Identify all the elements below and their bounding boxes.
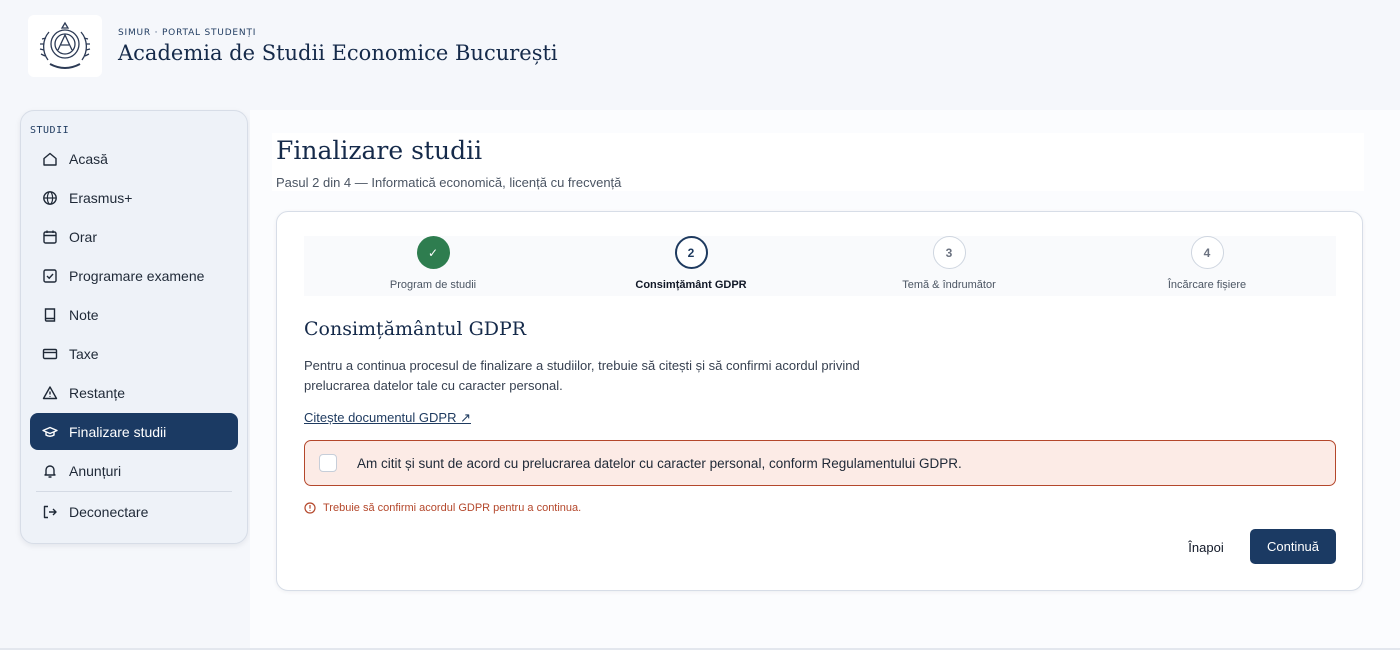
sidebar-nav: STUDII Acasă Erasmus+ Orar Programare ex… bbox=[20, 110, 248, 544]
step-label: Temă & îndrumător bbox=[902, 279, 996, 291]
sidebar-item-label: Anunțuri bbox=[69, 462, 122, 479]
globe-icon bbox=[43, 190, 57, 205]
sidebar-item-note[interactable]: Note bbox=[30, 296, 238, 333]
sidebar-item-label: Programare examene bbox=[69, 267, 205, 284]
step-incarcare-fisiere[interactable]: 4 Încărcare fișiere bbox=[1107, 236, 1307, 291]
app-header: SIMUR · PORTAL STUDENȚI Academia de Stud… bbox=[0, 0, 1400, 92]
gdpr-card: ✓ Program de studii 2 Consimțământ GDPR … bbox=[276, 211, 1363, 591]
sidebar-item-restante[interactable]: Restanțe bbox=[30, 374, 238, 411]
sidebar-item-label: Note bbox=[69, 306, 99, 323]
warning-icon bbox=[42, 385, 58, 399]
sidebar-item-label: Deconectare bbox=[69, 503, 149, 520]
sidebar-item-orar[interactable]: Orar bbox=[30, 218, 238, 255]
ase-logo bbox=[28, 15, 102, 77]
sidebar-item-label: Taxe bbox=[69, 345, 99, 362]
step-label: Încărcare fișiere bbox=[1167, 279, 1247, 291]
graduation-cap-icon bbox=[42, 426, 58, 437]
step-label: Consimțământ GDPR bbox=[635, 279, 747, 291]
calendar-check-icon bbox=[43, 268, 57, 283]
error-text: Trebuie să confirmi acordul GDPR pentru … bbox=[323, 502, 582, 514]
university-seal-icon bbox=[39, 21, 91, 69]
institution-name: Academia de Studii Economice București bbox=[118, 40, 558, 65]
logout-icon bbox=[43, 505, 57, 518]
sidebar-divider bbox=[36, 491, 232, 492]
step-check-icon: ✓ bbox=[416, 236, 450, 269]
gdpr-consent-checkbox[interactable] bbox=[319, 454, 337, 472]
brand-block: SIMUR · PORTAL STUDENȚI Academia de Stud… bbox=[118, 28, 558, 65]
sidebar-item-label: Finalizare studii bbox=[69, 423, 167, 440]
sidebar-section-label: STUDII bbox=[30, 125, 70, 136]
sidebar-item-programare-examene[interactable]: Programare examene bbox=[30, 257, 238, 294]
gdpr-card-content: ✓ Program de studii 2 Consimțământ GDPR … bbox=[304, 236, 1336, 564]
step-tema-indrumator[interactable]: 3 Temă & îndrumător bbox=[849, 236, 1049, 291]
validation-error: Trebuie să confirmi acordul GDPR pentru … bbox=[304, 502, 581, 514]
sidebar-item-label: Erasmus+ bbox=[69, 189, 133, 206]
page-header: Finalizare studii Pasul 2 din 4 — Inform… bbox=[272, 133, 1364, 191]
calendar-icon bbox=[43, 230, 57, 244]
sidebar-item-label: Acasă bbox=[69, 150, 108, 167]
back-button[interactable]: Înapoi bbox=[1176, 530, 1236, 564]
page-title: Finalizare studii bbox=[276, 136, 483, 165]
step-consimtamant-gdpr[interactable]: 2 Consimțământ GDPR bbox=[591, 236, 791, 291]
sidebar-item-acasa[interactable]: Acasă bbox=[30, 140, 238, 177]
step-program-de-studii[interactable]: ✓ Program de studii bbox=[333, 236, 533, 291]
sidebar-item-finalizare-studii[interactable]: Finalizare studii bbox=[30, 413, 238, 450]
bell-icon bbox=[44, 464, 56, 478]
consent-label[interactable]: Am citit și sunt de acord cu prelucrarea… bbox=[357, 456, 962, 471]
portal-eyebrow: SIMUR · PORTAL STUDENȚI bbox=[118, 27, 257, 38]
step-label: Program de studii bbox=[389, 279, 477, 291]
sidebar-item-erasmus[interactable]: Erasmus+ bbox=[30, 179, 238, 216]
gdpr-document-link[interactable]: Citește documentul GDPR ↗ bbox=[304, 410, 471, 426]
step-number: 3 bbox=[932, 236, 966, 269]
step-number: 2 bbox=[674, 236, 708, 269]
page-subtitle: Pasul 2 din 4 — Informatică economică, l… bbox=[276, 175, 622, 190]
sidebar-item-anunturi[interactable]: Anunțuri bbox=[30, 452, 238, 489]
sidebar-item-taxe[interactable]: Taxe bbox=[30, 335, 238, 372]
consent-box[interactable]: Am citit și sunt de acord cu prelucrarea… bbox=[304, 440, 1336, 486]
step-number: 4 bbox=[1190, 236, 1224, 269]
sidebar-item-label: Restanțe bbox=[69, 384, 126, 401]
sidebar-item-deconectare[interactable]: Deconectare bbox=[30, 493, 238, 530]
section-title: Consimțământul GDPR bbox=[304, 318, 527, 340]
stepper: ✓ Program de studii 2 Consimțământ GDPR … bbox=[304, 236, 1336, 296]
home-icon bbox=[43, 152, 57, 166]
error-circle-icon bbox=[304, 502, 316, 514]
book-icon bbox=[44, 307, 56, 322]
credit-card-icon bbox=[42, 348, 58, 359]
sidebar-item-label: Orar bbox=[69, 228, 97, 245]
continue-button[interactable]: Continuă bbox=[1250, 529, 1336, 564]
gdpr-description: Pentru a continua procesul de finalizare… bbox=[304, 358, 860, 393]
